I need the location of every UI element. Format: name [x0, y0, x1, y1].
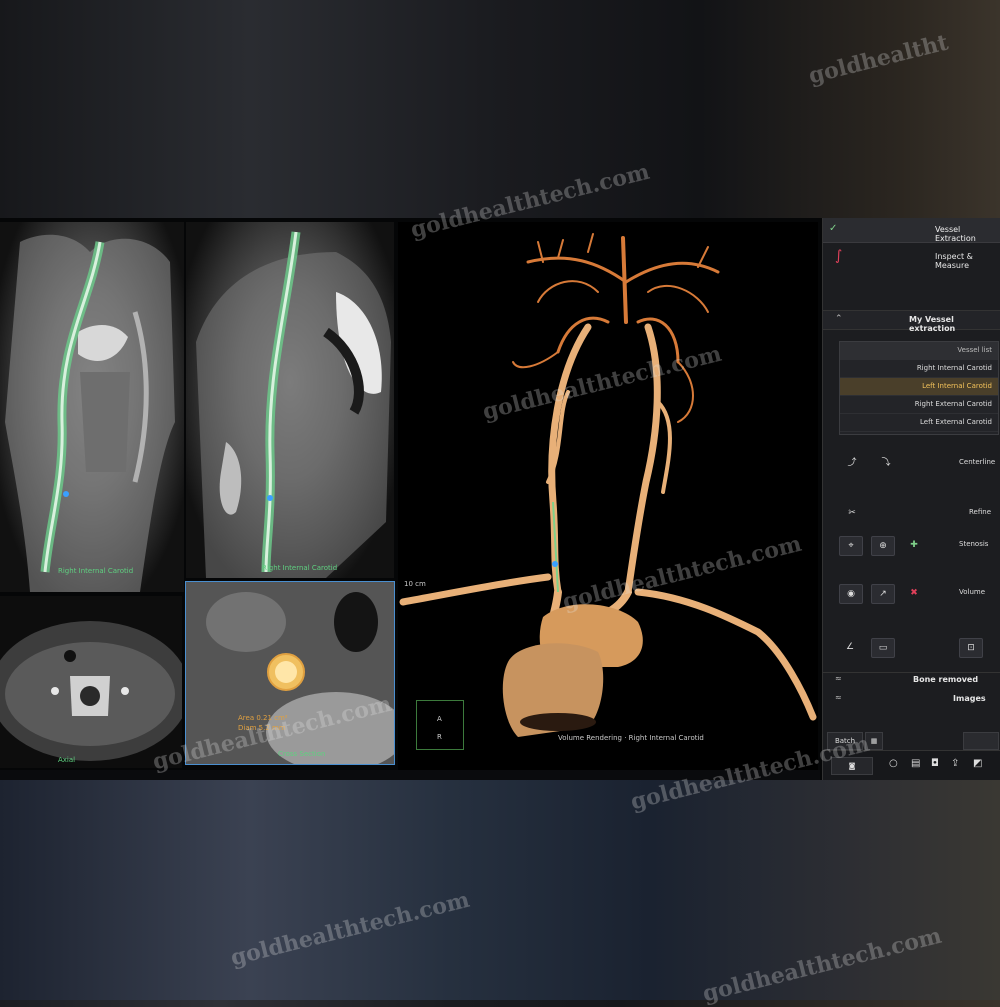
cross-section-label: Cross Section — [278, 750, 326, 758]
vessel-item-active[interactable]: Left Internal Carotid — [840, 378, 998, 396]
ct-slice-left — [5, 234, 175, 592]
expand-icon[interactable]: ≈ — [835, 674, 842, 683]
workstation-screen: Right Internal Carotid Right Internal Ca… — [0, 218, 1000, 780]
film-icon[interactable]: ▤ — [911, 758, 920, 769]
vessel-3d-render — [399, 233, 817, 737]
add-marker-icon[interactable]: ✚ — [903, 536, 925, 554]
ct-slice-right — [196, 231, 391, 578]
section-title: My Vessel extraction — [909, 315, 956, 333]
camera-icon[interactable]: ◩ — [973, 758, 982, 769]
panel-header-title[interactable]: Vessel Extraction — [935, 225, 1000, 243]
vessel-curve-icon[interactable]: ∫ — [835, 248, 842, 264]
mpr-label-right: Right Internal Carotid — [262, 564, 338, 572]
vessel-item[interactable]: Right Internal Carotid — [840, 360, 998, 378]
bone-removed-label: Bone removed — [913, 675, 979, 684]
tool-label-stenosis: Stenosis — [959, 540, 989, 548]
stenosis-tool-1[interactable]: ⌖ — [839, 536, 863, 556]
orient-a: A — [437, 715, 442, 723]
orientation-cube[interactable]: A R — [416, 700, 464, 750]
tool-label-centerline: Centerline — [959, 458, 996, 466]
collapse-icon[interactable]: ⌃ — [835, 314, 843, 324]
remove-marker-icon[interactable]: ✖ — [903, 584, 925, 602]
record-icon[interactable]: ○ — [889, 758, 898, 769]
orient-r: R — [437, 733, 442, 741]
centerline-marker-right[interactable] — [267, 495, 273, 501]
report-tool-icon[interactable]: ▭ — [871, 638, 895, 658]
edit-tool-icon[interactable]: ⤵ — [875, 454, 897, 472]
curved-mpr-viewport-right[interactable]: Right Internal Carotid — [186, 222, 394, 578]
export-icon[interactable]: ⇪ — [951, 758, 959, 769]
check-icon: ✓ — [829, 223, 838, 234]
images-label: Images — [953, 694, 986, 703]
background-top-band — [0, 0, 1000, 218]
vr-scale: 10 cm — [404, 580, 426, 588]
vessel-item[interactable]: Right External Carotid — [840, 396, 998, 414]
header-item-2[interactable]: Inspect & Measure — [935, 252, 1000, 270]
expand-icon[interactable]: ≈ — [835, 693, 842, 702]
vessel-list: Vessel list Right Internal Carotid Left … — [839, 341, 999, 435]
vr-bottom-label: Volume Rendering · Right Internal Caroti… — [558, 734, 704, 742]
volume-tool-1[interactable]: ◉ — [839, 584, 863, 604]
tool-label-refine: Refine — [969, 508, 992, 516]
axial-viewport[interactable]: Axial — [0, 596, 182, 768]
panel-header: ✓ Vessel Extraction — [823, 218, 1000, 243]
mpr-label-left: Right Internal Carotid — [58, 567, 134, 575]
screenshot-icon[interactable]: ◘ — [931, 758, 939, 769]
stenosis-tool-2[interactable]: ⊕ — [871, 536, 895, 556]
cut-tool-icon[interactable]: ✂ — [841, 504, 863, 522]
search-field[interactable] — [963, 732, 999, 750]
measure-tool-icon[interactable]: ∠ — [839, 638, 861, 656]
volume-tool-2[interactable]: ↗ — [871, 584, 895, 604]
centerline-marker[interactable] — [63, 491, 69, 497]
right-tool-panel: ✓ Vessel Extraction ∫ Inspect & Measure … — [822, 218, 1000, 780]
axial-ct-slice — [0, 621, 182, 761]
centerline-tool-icon[interactable]: ⤴ — [841, 454, 863, 472]
curved-mpr-viewport-left[interactable]: Right Internal Carotid — [0, 222, 184, 592]
volume-rendering-viewport[interactable]: 10 cm A R Volume Rendering · Right Inter… — [398, 222, 818, 770]
tool-label-volume: Volume — [959, 588, 986, 596]
vessel-list-header: Vessel list — [840, 342, 998, 360]
lock-tool-icon[interactable]: ⊡ — [959, 638, 983, 658]
vessel-item[interactable]: Left External Carotid — [840, 414, 998, 432]
axial-label: Axial — [58, 756, 76, 764]
